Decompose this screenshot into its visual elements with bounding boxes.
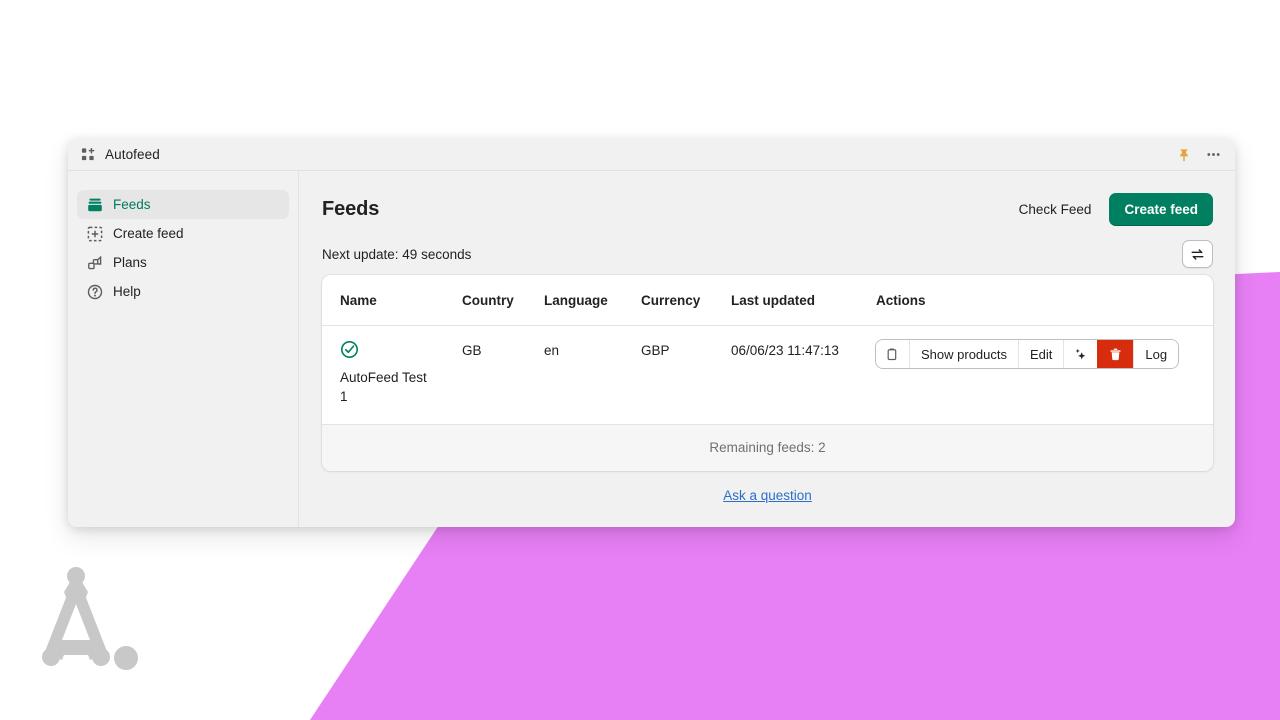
sidebar-item-help[interactable]: Help	[77, 277, 289, 306]
language-value: en	[544, 340, 641, 358]
window-body: Feeds Create feed	[68, 171, 1235, 527]
sidebar-item-plans[interactable]: Plans	[77, 248, 289, 277]
cell-name: AutoFeed Test 1	[322, 326, 462, 425]
column-header-country: Country	[462, 275, 544, 326]
cell-language: en	[544, 326, 641, 425]
column-header-name: Name	[322, 275, 462, 326]
create-feed-button[interactable]: Create feed	[1109, 193, 1213, 226]
remaining-feeds-status: Remaining feeds: 2	[322, 424, 1213, 471]
currency-value: GBP	[641, 340, 731, 358]
pin-icon[interactable]	[1174, 145, 1194, 165]
column-header-actions: Actions	[876, 275, 1213, 326]
copy-feed-button[interactable]	[876, 340, 909, 368]
cell-actions: Show products Edit	[876, 326, 1213, 425]
feeds-table-card: Name Country Language Currency Last upda…	[322, 275, 1213, 471]
table-row: AutoFeed Test 1 GB en GBP	[322, 326, 1213, 425]
page-header: Feeds Check Feed Create feed	[322, 171, 1213, 226]
ask-a-question-link[interactable]: Ask a question	[723, 488, 812, 503]
more-horizontal-icon[interactable]	[1203, 145, 1223, 165]
ask-question-row: Ask a question	[322, 471, 1213, 505]
add-dashed-box-icon	[86, 225, 103, 242]
feeds-drawer-icon	[86, 196, 103, 213]
page-title: Feeds	[322, 198, 379, 221]
refresh-button[interactable]	[1182, 240, 1213, 268]
magic-enhance-button[interactable]	[1063, 340, 1097, 368]
feeds-table: Name Country Language Currency Last upda…	[322, 275, 1213, 424]
plans-blocks-icon	[86, 254, 103, 271]
column-header-currency: Currency	[641, 275, 731, 326]
sidebar-item-label: Feeds	[113, 198, 151, 212]
sidebar-item-label: Help	[113, 285, 141, 299]
window-title-bar: Autofeed	[68, 139, 1235, 171]
show-products-button[interactable]: Show products	[909, 340, 1018, 368]
main-content: Feeds Check Feed Create feed Next update…	[299, 171, 1235, 527]
question-circle-icon	[86, 283, 103, 300]
column-header-language: Language	[544, 275, 641, 326]
trash-icon	[1108, 347, 1123, 362]
cell-currency: GBP	[641, 326, 731, 425]
check-circle-icon	[340, 340, 462, 362]
sparkles-icon	[1073, 347, 1088, 362]
app-title: Autofeed	[105, 147, 160, 162]
log-button[interactable]: Log	[1133, 340, 1178, 368]
country-value: GB	[462, 340, 544, 358]
sub-header: Next update: 49 seconds	[322, 240, 1213, 268]
swap-arrows-icon	[1190, 247, 1205, 262]
app-window: Autofeed Feeds	[68, 139, 1235, 527]
edit-button[interactable]: Edit	[1018, 340, 1063, 368]
clipboard-icon	[885, 347, 900, 362]
sidebar-item-create-feed[interactable]: Create feed	[77, 219, 289, 248]
autofeed-a-logo	[24, 560, 164, 695]
last-updated-value: 06/06/23 11:47:13	[731, 340, 876, 358]
cell-country: GB	[462, 326, 544, 425]
feed-name: AutoFeed Test 1	[340, 368, 436, 406]
table-header-row: Name Country Language Currency Last upda…	[322, 275, 1213, 326]
row-actions-group: Show products Edit	[876, 340, 1178, 368]
cell-last-updated: 06/06/23 11:47:13	[731, 326, 876, 425]
table-body: AutoFeed Test 1 GB en GBP	[322, 326, 1213, 425]
sidebar: Feeds Create feed	[68, 171, 299, 527]
apps-grid-plus-icon	[81, 147, 96, 162]
column-header-last-updated: Last updated	[731, 275, 876, 326]
sidebar-item-label: Create feed	[113, 227, 184, 241]
check-feed-button[interactable]: Check Feed	[1009, 196, 1102, 223]
delete-feed-button[interactable]	[1097, 340, 1133, 368]
sidebar-item-label: Plans	[113, 256, 147, 270]
sidebar-item-feeds[interactable]: Feeds	[77, 190, 289, 219]
table-header: Name Country Language Currency Last upda…	[322, 275, 1213, 326]
next-update-status: Next update: 49 seconds	[322, 247, 471, 268]
